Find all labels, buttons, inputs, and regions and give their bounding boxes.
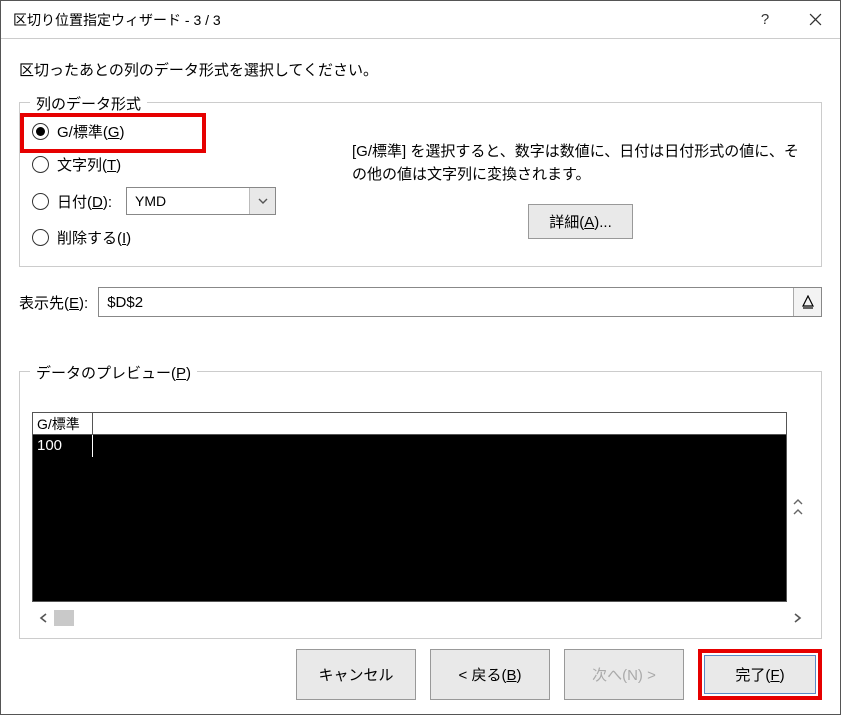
radio-date-label: 日付(D): (57, 191, 112, 212)
scroll-right-icon[interactable] (787, 607, 809, 629)
radio-general-label: G/標準(G) (57, 121, 125, 142)
chevron-down-icon (258, 198, 268, 204)
help-button[interactable]: ? (740, 1, 790, 39)
highlight-finish-button: 完了(F) (698, 649, 822, 700)
radio-text-indicator (32, 156, 49, 173)
advanced-button[interactable]: 詳細(A)... (528, 204, 633, 239)
titlebar: 区切り位置指定ウィザード - 3 / 3 ? (1, 1, 840, 39)
footer-buttons: キャンセル < 戻る(B) 次へ(N) > 完了(F) (19, 639, 822, 700)
scroll-up-icon[interactable] (787, 496, 809, 518)
column-format-legend: 列のデータ形式 (30, 93, 147, 114)
radio-text-label: 文字列(T) (57, 154, 121, 175)
radio-date[interactable]: 日付(D): YMD (32, 187, 332, 215)
preview-header-cell[interactable]: G/標準 (33, 413, 93, 434)
destination-range-picker[interactable] (793, 288, 821, 316)
date-format-select[interactable]: YMD (126, 187, 276, 215)
intro-text: 区切ったあとの列のデータ形式を選択してください。 (19, 59, 822, 80)
preview-header: G/標準 (33, 413, 786, 435)
destination-label: 表示先(E): (19, 292, 88, 313)
scroll-thumb[interactable] (54, 610, 74, 626)
preview-box: G/標準 100 (32, 412, 809, 602)
content-area: 区切ったあとの列のデータ形式を選択してください。 列のデータ形式 G/標準(G)… (1, 39, 840, 714)
destination-row: 表示先(E): (19, 287, 822, 317)
back-button[interactable]: < 戻る(B) (430, 649, 550, 700)
radio-skip[interactable]: 削除する(I) (32, 227, 332, 248)
destination-input[interactable] (99, 288, 793, 316)
radio-text[interactable]: 文字列(T) (32, 154, 332, 175)
range-picker-icon (801, 295, 815, 309)
cancel-button[interactable]: キャンセル (296, 649, 416, 700)
radio-general[interactable]: G/標準(G) (32, 121, 332, 142)
format-description-column: [G/標準] を選択すると、数字は数値に、日付は日付形式の値に、その他の値は文字… (352, 117, 809, 248)
column-format-group: 列のデータ形式 G/標準(G) 文字列(T) 日付(D): (19, 102, 822, 267)
format-description: [G/標準] を選択すると、数字は数値に、日付は日付形式の値に、その他の値は文字… (352, 141, 809, 186)
radio-skip-label: 削除する(I) (57, 227, 131, 248)
scroll-left-icon[interactable] (32, 607, 54, 629)
preview-body: 100 (33, 435, 786, 601)
preview-grid[interactable]: G/標準 100 (32, 412, 787, 602)
preview-header-rest (93, 413, 786, 434)
destination-input-wrap (98, 287, 822, 317)
radio-general-indicator (32, 123, 49, 140)
radio-skip-indicator (32, 229, 49, 246)
finish-button[interactable]: 完了(F) (704, 655, 816, 694)
close-icon (809, 13, 822, 26)
preview-cell: 100 (33, 435, 93, 457)
next-button: 次へ(N) > (564, 649, 684, 700)
wizard-dialog: 区切り位置指定ウィザード - 3 / 3 ? 区切ったあとの列のデータ形式を選択… (0, 0, 841, 715)
preview-vertical-scroll[interactable] (787, 412, 809, 602)
date-format-value: YMD (127, 193, 249, 209)
scroll-track[interactable] (54, 610, 787, 626)
radio-date-indicator (32, 193, 49, 210)
preview-horizontal-scroll[interactable] (32, 606, 809, 630)
close-button[interactable] (790, 1, 840, 39)
preview-legend: データのプレビュー(P) (30, 362, 197, 383)
preview-group: データのプレビュー(P) G/標準 100 (19, 371, 822, 639)
window-title: 区切り位置指定ウィザード - 3 / 3 (13, 10, 740, 30)
format-options: G/標準(G) 文字列(T) 日付(D): YMD (32, 117, 332, 248)
date-format-dropdown-button[interactable] (249, 188, 275, 214)
